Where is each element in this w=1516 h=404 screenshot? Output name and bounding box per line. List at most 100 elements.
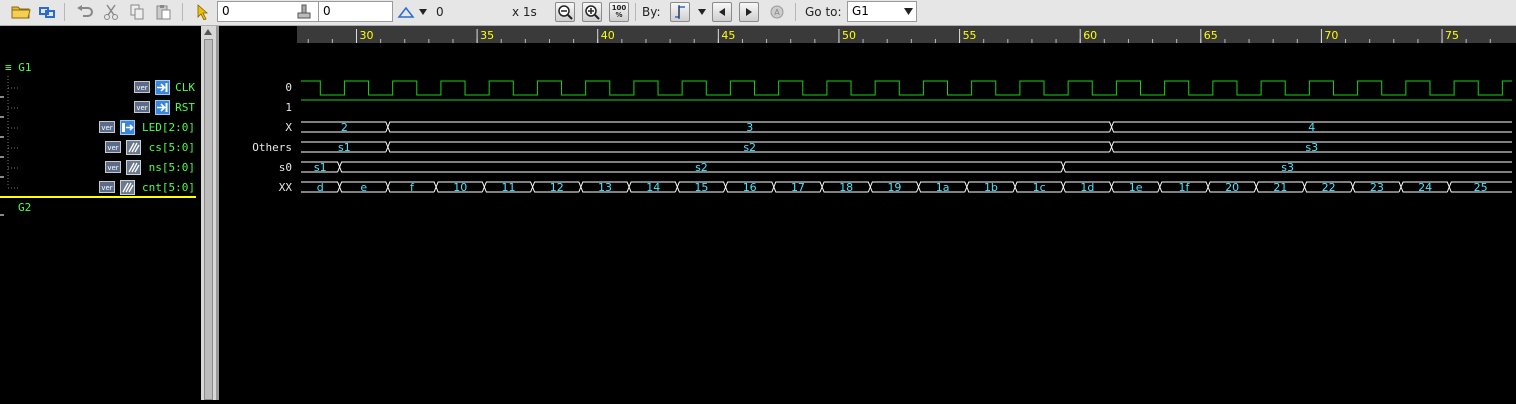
signal-name: cnt[5:0] — [142, 181, 195, 194]
signal-name: RST — [175, 101, 195, 114]
cnt-bus-value: 21 — [1273, 181, 1287, 194]
toolbar-separator — [635, 3, 636, 21]
scale-label: x 1s — [512, 5, 537, 19]
delta-dropdown-icon[interactable] — [417, 3, 429, 21]
signal-value-clk: 0 — [285, 81, 292, 94]
ns-bus-value: s3 — [1281, 161, 1294, 174]
previous-button[interactable] — [712, 2, 732, 22]
toolbar: 0 0 0 x 1s 100 % By: A Go to: G1 — [0, 0, 1516, 26]
led-bus-value: 3 — [746, 121, 753, 134]
cnt-bus-value: 22 — [1322, 181, 1336, 194]
marker-tool-icon[interactable] — [294, 3, 314, 21]
cnt-bus-value: 1d — [1080, 181, 1094, 194]
ruler-label: 55 — [963, 29, 977, 42]
step-by-transition-button[interactable] — [670, 2, 690, 22]
transition-icon — [675, 5, 685, 19]
waveform-pane[interactable]: 30 35 40 45 50 55 60 65 70 75 2 3 4 s1 s2 s3 s1 s2 s3 d e f 10… — [297, 26, 1516, 400]
cnt-bus-value: d — [317, 181, 324, 194]
ruler-label: 35 — [480, 29, 494, 42]
zoom-in-icon — [585, 5, 600, 20]
annotation-icon[interactable]: A — [766, 3, 788, 21]
signal-row-cnt[interactable]: ver cnt[5:0] — [0, 178, 201, 198]
signal-value-rst: 1 — [285, 101, 292, 114]
led-bus-value: 2 — [341, 121, 348, 134]
cs-bus-value: s3 — [1305, 141, 1318, 154]
vertical-scrollbar[interactable] — [201, 26, 216, 400]
ruler-label: 65 — [1204, 29, 1218, 42]
cnt-bus-value: 11 — [501, 181, 515, 194]
output-port-icon — [120, 120, 135, 135]
step-by-dropdown-icon[interactable] — [696, 3, 708, 21]
ns-bus-value: s1 — [314, 161, 327, 174]
signal-row-cs[interactable]: ver cs[5:0] — [0, 138, 201, 158]
arrow-left-icon — [719, 8, 725, 16]
signal-name: LED[2:0] — [142, 121, 195, 134]
signal-name: cs[5:0] — [148, 141, 195, 154]
goto-label: Go to: — [805, 5, 842, 19]
cnt-bus-value: 1a — [936, 181, 950, 194]
ruler-label: 60 — [1083, 29, 1097, 42]
zoom-out-icon — [558, 5, 573, 20]
undo-icon[interactable] — [74, 3, 96, 21]
goto-selected-value: G1 — [852, 4, 869, 18]
input-port-icon — [155, 100, 170, 115]
cs-bus-value: s2 — [743, 141, 756, 154]
signal-name: CLK — [175, 81, 195, 94]
group-name: G1 — [18, 61, 32, 74]
signal-row-led[interactable]: ver LED[2:0] — [0, 118, 201, 138]
paste-icon[interactable] — [152, 3, 174, 21]
ruler-label: 70 — [1324, 29, 1338, 42]
zoom-in-button[interactable] — [582, 2, 602, 22]
cnt-bus-value: 19 — [887, 181, 901, 194]
ruler-label: 30 — [359, 29, 373, 42]
signal-value-ns: s0 — [278, 161, 292, 174]
select-cursor-icon[interactable] — [194, 3, 212, 21]
cnt-bus-value: 25 — [1474, 181, 1488, 194]
marker-time-input[interactable]: 0 — [318, 1, 393, 22]
verilog-badge: ver — [99, 121, 115, 133]
ruler-label: 75 — [1445, 29, 1459, 42]
toolbar-separator — [182, 3, 183, 21]
verilog-badge: ver — [105, 161, 121, 173]
cut-icon[interactable] — [100, 3, 122, 21]
goto-dropdown-icon — [904, 8, 913, 15]
signal-value-led: X — [285, 121, 292, 134]
cnt-bus-value: 10 — [453, 181, 467, 194]
toolbar-separator — [795, 3, 796, 21]
cnt-bus-value: 1c — [1033, 181, 1046, 194]
cnt-bus-value: 24 — [1418, 181, 1432, 194]
cnt-bus-value: e — [360, 181, 367, 194]
goto-select[interactable]: G1 — [847, 1, 917, 22]
verilog-badge: ver — [134, 101, 150, 113]
signal-name-pane: ≡ G1 G2 ver CLK ver RST ver LED[2:0] ver… — [0, 26, 201, 400]
zoom-out-button[interactable] — [555, 2, 575, 22]
copy-icon[interactable] — [126, 3, 148, 21]
scrollbar-thumb[interactable] — [204, 39, 213, 400]
signal-value-pane: 0 1 X Others s0 XX — [216, 26, 300, 400]
ruler-label: 40 — [601, 29, 615, 42]
cnt-bus-value: 12 — [550, 181, 564, 194]
open-folder-icon[interactable] — [10, 3, 32, 21]
group-g1[interactable]: ≡ G1 — [5, 61, 32, 74]
register-icon — [126, 160, 141, 175]
cnt-bus-value: 13 — [598, 181, 612, 194]
delta-value: 0 — [436, 5, 444, 19]
cnt-bus-value: 17 — [791, 181, 805, 194]
cnt-bus-value: 1e — [1129, 181, 1143, 194]
group-g2[interactable]: G2 — [18, 201, 31, 214]
signal-value-cnt: XX — [278, 181, 292, 194]
signal-row-ns[interactable]: ver ns[5:0] — [0, 158, 201, 178]
next-button[interactable] — [739, 2, 759, 22]
signal-row-clk[interactable]: ver CLK — [0, 78, 201, 98]
cnt-bus-value: 20 — [1225, 181, 1239, 194]
signal-row-rst[interactable]: ver RST — [0, 98, 201, 118]
delta-icon — [396, 3, 416, 21]
verilog-badge: ver — [99, 181, 115, 193]
zoom-100-button[interactable]: 100 % — [609, 2, 629, 22]
signal-value-cs: Others — [252, 141, 292, 154]
register-icon — [126, 140, 141, 155]
ns-bus-value: s2 — [695, 161, 708, 174]
reload-icon[interactable] — [36, 3, 58, 21]
waveform-canvas[interactable]: 30 35 40 45 50 55 60 65 70 752 3 4s1 s2 s3s1 s2 s3d e f 10… — [297, 26, 1516, 400]
scroll-up-arrow-icon[interactable] — [203, 26, 213, 38]
